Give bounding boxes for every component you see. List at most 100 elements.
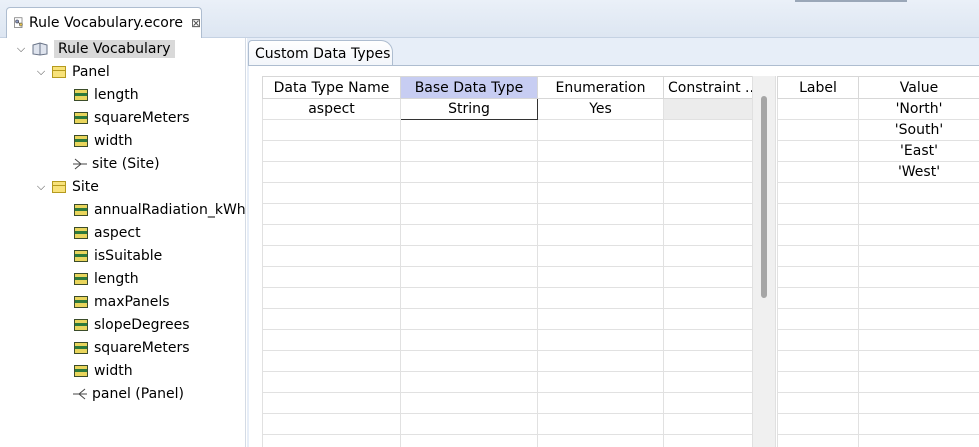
table-cell[interactable] — [777, 161, 859, 183]
table-row[interactable] — [262, 434, 753, 447]
table-row[interactable] — [777, 224, 979, 246]
table-cell[interactable] — [537, 266, 664, 288]
tree-item-attribute[interactable]: annualRadiation_kWh — [74, 199, 246, 221]
table-cell[interactable] — [663, 434, 753, 447]
table-cell[interactable] — [777, 287, 859, 309]
table-row[interactable] — [777, 350, 979, 372]
table-row[interactable]: 'North' — [777, 98, 979, 120]
table-row[interactable]: 'South' — [777, 119, 979, 141]
table-cell[interactable] — [777, 434, 859, 447]
column-header-data-type-name[interactable]: Data Type Name — [262, 76, 401, 99]
table-cell[interactable] — [537, 413, 664, 435]
table-row[interactable] — [777, 392, 979, 414]
close-icon[interactable]: ⊠ — [191, 16, 201, 30]
table-row[interactable] — [262, 161, 753, 183]
table-cell[interactable] — [777, 308, 859, 330]
table-cell[interactable] — [858, 350, 979, 372]
table-cell[interactable] — [777, 350, 859, 372]
table-cell[interactable] — [400, 287, 538, 309]
table-cell[interactable]: 'North' — [858, 98, 979, 120]
table-row[interactable] — [262, 329, 753, 351]
table-cell[interactable] — [858, 371, 979, 393]
tree-item-attribute[interactable]: length — [74, 84, 139, 106]
tree-item-attribute[interactable]: width — [74, 130, 133, 152]
column-header-base-data-type[interactable]: Base Data Type — [400, 76, 538, 99]
table-cell[interactable] — [400, 350, 538, 372]
table-cell[interactable] — [777, 140, 859, 162]
table-cell[interactable] — [537, 245, 664, 267]
tree-item-attribute[interactable]: slopeDegrees — [74, 314, 190, 336]
table-cell[interactable] — [663, 140, 753, 162]
table-row[interactable] — [777, 287, 979, 309]
table-cell[interactable] — [400, 413, 538, 435]
table-row[interactable] — [262, 308, 753, 330]
table-cell[interactable] — [400, 434, 538, 447]
table-cell[interactable] — [262, 245, 401, 267]
table-cell[interactable] — [400, 161, 538, 183]
table-cell[interactable] — [400, 119, 538, 141]
table-cell[interactable] — [777, 266, 859, 288]
table-cell[interactable] — [400, 224, 538, 246]
tree-item-attribute[interactable]: aspect — [74, 222, 141, 244]
collapse-icon[interactable]: ⌵ — [14, 42, 28, 56]
table-row[interactable] — [262, 119, 753, 141]
table-cell[interactable]: 'West' — [858, 161, 979, 183]
table-cell[interactable] — [663, 329, 753, 351]
table-cell[interactable] — [537, 434, 664, 447]
tree-item-attribute[interactable]: isSuitable — [74, 245, 162, 267]
table-cell[interactable] — [777, 203, 859, 225]
table-cell[interactable] — [663, 371, 753, 393]
table-cell[interactable] — [400, 182, 538, 204]
table-row[interactable] — [262, 203, 753, 225]
column-header-value[interactable]: Value — [858, 76, 979, 99]
table-cell[interactable] — [663, 161, 753, 183]
table-cell[interactable] — [777, 245, 859, 267]
table-cell[interactable] — [537, 371, 664, 393]
table-cell[interactable] — [663, 287, 753, 309]
column-header-enumeration[interactable]: Enumeration — [537, 76, 664, 99]
table-cell[interactable] — [663, 119, 753, 141]
table-cell[interactable] — [777, 371, 859, 393]
table-cell[interactable] — [537, 392, 664, 414]
table-cell[interactable] — [663, 224, 753, 246]
table-cell[interactable] — [400, 329, 538, 351]
table-cell[interactable] — [663, 392, 753, 414]
table-cell[interactable] — [858, 182, 979, 204]
table-cell[interactable] — [262, 413, 401, 435]
table-cell[interactable]: String — [400, 98, 538, 120]
table-cell[interactable] — [777, 98, 859, 120]
table-cell[interactable] — [262, 434, 401, 447]
table-row[interactable] — [262, 140, 753, 162]
table-cell[interactable] — [262, 119, 401, 141]
table-row[interactable] — [262, 245, 753, 267]
table-cell[interactable] — [262, 329, 401, 351]
table-cell[interactable] — [262, 392, 401, 414]
table-row[interactable] — [777, 434, 979, 447]
table-cell[interactable] — [400, 203, 538, 225]
table-row[interactable] — [777, 266, 979, 288]
table-row[interactable] — [777, 308, 979, 330]
table-cell[interactable] — [537, 161, 664, 183]
collapse-icon[interactable]: ⌵ — [34, 65, 48, 79]
table-cell[interactable] — [537, 308, 664, 330]
table-cell[interactable] — [858, 413, 979, 435]
table-cell[interactable] — [262, 371, 401, 393]
table-cell[interactable] — [858, 203, 979, 225]
tree-item-reference[interactable]: panel (Panel) — [72, 383, 184, 405]
table-row[interactable] — [777, 329, 979, 351]
tree-item-reference[interactable]: site (Site) — [72, 153, 160, 175]
table-cell[interactable] — [663, 413, 753, 435]
table-cell[interactable] — [663, 308, 753, 330]
table-cell[interactable]: aspect — [262, 98, 401, 120]
table-cell[interactable] — [858, 329, 979, 351]
table-cell[interactable] — [858, 245, 979, 267]
table-cell[interactable] — [400, 308, 538, 330]
table-row[interactable]: 'East' — [777, 140, 979, 162]
tab-custom-data-types[interactable]: Custom Data Types — [248, 40, 393, 66]
table-cell[interactable] — [400, 140, 538, 162]
table-cell[interactable]: 'East' — [858, 140, 979, 162]
tree-item-attribute[interactable]: width — [74, 360, 133, 382]
table-cell[interactable] — [262, 182, 401, 204]
table-cell[interactable] — [537, 182, 664, 204]
table-row[interactable] — [777, 203, 979, 225]
